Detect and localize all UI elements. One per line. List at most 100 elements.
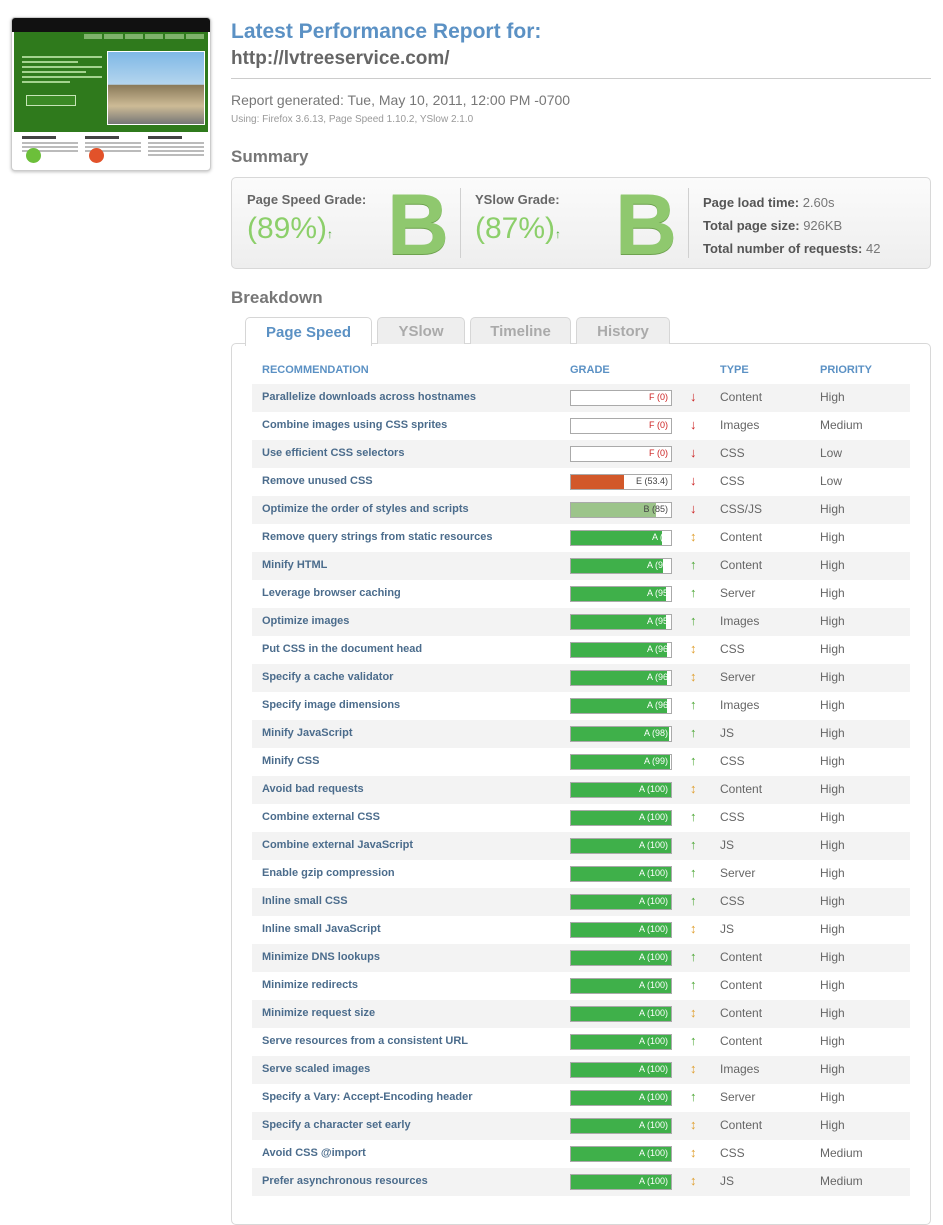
recommendation-name[interactable]: Specify image dimensions [262, 699, 400, 711]
table-row[interactable]: Specify a Vary: Accept-Encoding header A … [252, 1084, 910, 1112]
table-row[interactable]: Minify JavaScript A (98) ↑ JS High [252, 720, 910, 748]
table-row[interactable]: Enable gzip compression A (100) ↑ Server Hig… [252, 860, 910, 888]
grade-bar: A (100) [570, 838, 672, 854]
recommendation-name[interactable]: Minimize redirects [262, 979, 358, 991]
recommendation-name[interactable]: Minify CSS [262, 755, 319, 767]
table-row[interactable]: Specify a cache validator A (96 ↕ Server Hig… [252, 664, 910, 692]
recommendation-name[interactable]: Minify HTML [262, 559, 327, 571]
table-row[interactable]: Minimize DNS lookups A (100) ↑ Content High [252, 944, 910, 972]
tab-history[interactable]: History [576, 317, 670, 344]
recommendation-name[interactable]: Serve resources from a consistent URL [262, 1035, 468, 1047]
table-row[interactable]: Combine external JavaScript A (100) ↑ JS Hig… [252, 832, 910, 860]
recommendation-name[interactable]: Specify a Vary: Accept-Encoding header [262, 1091, 473, 1103]
table-row[interactable]: Specify a character set early A (100) ↕ Con… [252, 1112, 910, 1140]
type-cell: Content [720, 782, 763, 796]
table-row[interactable]: Optimize the order of styles and scripts… [252, 496, 910, 524]
table-row[interactable]: Put CSS in the document head A (96 ↕ CSS Hig… [252, 636, 910, 664]
table-row[interactable]: Minify CSS A (99) ↑ CSS High [252, 748, 910, 776]
recommendation-name[interactable]: Combine external CSS [262, 811, 380, 823]
table-row[interactable]: Minimize request size A (100) ↕ Content High [252, 1000, 910, 1028]
tab-timeline[interactable]: Timeline [470, 317, 571, 344]
grade-label: A (99) [643, 756, 668, 766]
recommendation-name[interactable]: Serve scaled images [262, 1063, 370, 1075]
column-priority[interactable]: PRIORITY [820, 364, 872, 376]
priority-cell: Medium [820, 418, 863, 432]
priority-cell: High [820, 698, 845, 712]
table-row[interactable]: Avoid CSS @import A (100) ↕ CSS Medium [252, 1140, 910, 1168]
priority-cell: High [820, 530, 845, 544]
recommendation-name[interactable]: Avoid bad requests [262, 783, 364, 795]
grade-label: A (95 [646, 616, 668, 626]
total-requests: Total number of requests: 42 [703, 241, 881, 256]
recommendation-name[interactable]: Optimize the order of styles and scripts [262, 503, 469, 515]
table-row[interactable]: Remove unused CSS E (53.4) ↓ CSS Low [252, 468, 910, 496]
recommendation-name[interactable]: Optimize images [262, 615, 349, 627]
tab-yslow[interactable]: YSlow [377, 317, 465, 344]
type-cell: Images [720, 614, 760, 628]
table-row[interactable]: Leverage browser caching A (95 ↑ Server High [252, 580, 910, 608]
column-grade[interactable]: GRADE [570, 364, 610, 376]
table-row[interactable]: Optimize images A (95 ↑ Images High [252, 608, 910, 636]
grade-label: A (100) [638, 1120, 668, 1130]
recommendation-name[interactable]: Minify JavaScript [262, 727, 352, 739]
table-row[interactable]: Inline small JavaScript A (100) ↕ JS High [252, 916, 910, 944]
grade-label: F (0) [649, 448, 668, 458]
table-row[interactable]: Specify image dimensions A (96 ↑ Images High [252, 692, 910, 720]
recommendation-name[interactable]: Enable gzip compression [262, 867, 395, 879]
grade-label: F (0) [649, 392, 668, 402]
table-row[interactable]: Minify HTML A (92 ↑ Content High [252, 552, 910, 580]
priority-cell: High [820, 1118, 845, 1132]
table-row[interactable]: Parallelize downloads across hostnames F … [252, 384, 910, 412]
page-speed-percent: (89%)↑ [247, 212, 334, 245]
recommendation-name[interactable]: Leverage browser caching [262, 587, 401, 599]
recommendation-name[interactable]: Inline small JavaScript [262, 923, 381, 935]
table-row[interactable]: Prefer asynchronous resources A (100) ↕ JS M… [252, 1168, 910, 1196]
grade-label: A (100) [638, 980, 668, 990]
recommendation-name[interactable]: Parallelize downloads across hostnames [262, 391, 476, 403]
arrow-down-icon: ↓ [690, 445, 697, 460]
column-type[interactable]: TYPE [720, 364, 749, 376]
recommendation-name[interactable]: Avoid CSS @import [262, 1147, 366, 1159]
type-cell: CSS [720, 754, 745, 768]
recommendation-name[interactable]: Specify a cache validator [262, 671, 393, 683]
tab-page-speed[interactable]: Page Speed [245, 317, 372, 346]
summary-separator [460, 188, 461, 258]
grade-bar: A (9 [570, 530, 672, 546]
arrow-up-icon: ↑ [690, 1033, 697, 1048]
table-row[interactable]: Inline small CSS A (100) ↑ CSS High [252, 888, 910, 916]
recommendation-name[interactable]: Put CSS in the document head [262, 643, 422, 655]
priority-cell: High [820, 922, 845, 936]
report-url[interactable]: http://lvtreeservice.com/ [231, 48, 450, 70]
grade-label: A (100) [638, 868, 668, 878]
site-thumbnail[interactable] [11, 17, 211, 171]
type-cell: Images [720, 1062, 760, 1076]
table-row[interactable]: Serve resources from a consistent URL A (… [252, 1028, 910, 1056]
page-speed-letter: B [387, 177, 450, 273]
table-row[interactable]: Combine images using CSS sprites F (0) ↓ Im… [252, 412, 910, 440]
grade-label: A (96 [646, 672, 668, 682]
table-row[interactable]: Combine external CSS A (100) ↑ CSS High [252, 804, 910, 832]
recommendation-name[interactable]: Combine images using CSS sprites [262, 419, 447, 431]
column-recommendation[interactable]: RECOMMENDATION [262, 364, 369, 376]
grade-label: A (100) [638, 1092, 668, 1102]
table-row[interactable]: Remove query strings from static resourc… [252, 524, 910, 552]
table-row[interactable]: Serve scaled images A (100) ↕ Images High [252, 1056, 910, 1084]
recommendation-name[interactable]: Minimize DNS lookups [262, 951, 380, 963]
recommendation-name[interactable]: Specify a character set early [262, 1119, 411, 1131]
recommendation-name[interactable]: Remove unused CSS [262, 475, 373, 487]
table-row[interactable]: Use efficient CSS selectors F (0) ↓ CSS Low [252, 440, 910, 468]
arrow-up-icon: ↑ [690, 753, 697, 768]
recommendation-name[interactable]: Combine external JavaScript [262, 839, 413, 851]
recommendation-name[interactable]: Prefer asynchronous resources [262, 1175, 428, 1187]
recommendation-name[interactable]: Remove query strings from static resourc… [262, 531, 492, 543]
type-cell: CSS [720, 642, 745, 656]
grade-bar: B (85) [570, 502, 672, 518]
table-row[interactable]: Avoid bad requests A (100) ↕ Content High [252, 776, 910, 804]
type-cell: JS [720, 838, 735, 852]
recommendation-name[interactable]: Inline small CSS [262, 895, 348, 907]
recommendation-name[interactable]: Use efficient CSS selectors [262, 447, 404, 459]
table-row[interactable]: Minimize redirects A (100) ↑ Content High [252, 972, 910, 1000]
grade-bar: A (92 [570, 558, 672, 574]
priority-cell: High [820, 950, 845, 964]
recommendation-name[interactable]: Minimize request size [262, 1007, 375, 1019]
